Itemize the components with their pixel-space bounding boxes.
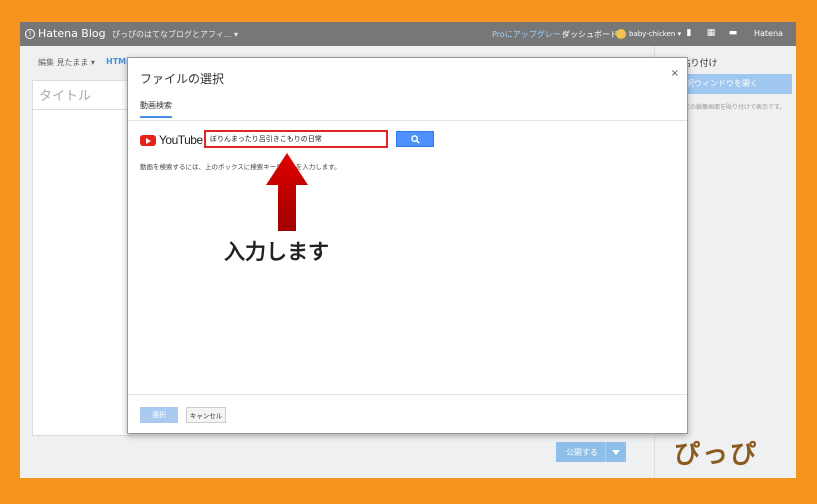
tab-video-search[interactable]: 動画検索	[140, 100, 172, 118]
callout-text: 入力します	[224, 240, 329, 264]
search-hint: 動画を検索するには、上のボックスに検索キーワードを入力します。	[140, 163, 341, 171]
tab-divider	[128, 120, 687, 121]
dashboard-link[interactable]: ダッシュボード	[562, 29, 618, 40]
edit-mode-selector[interactable]: 編集 見たまま ▾	[38, 57, 95, 68]
chevron-down-icon[interactable]	[604, 442, 626, 462]
blog-name-dropdown[interactable]: ぴっぴのはてなブログとアフィ... ▾	[112, 29, 238, 40]
search-button[interactable]	[396, 131, 434, 147]
open-selection-window-button[interactable]: 選択ウィンドウを開く	[672, 74, 792, 94]
hatena-link[interactable]: Hatena	[754, 29, 783, 38]
footer-divider	[128, 394, 687, 395]
avatar	[616, 29, 626, 39]
pro-upgrade-link[interactable]: Proにアップグレード	[492, 29, 569, 40]
select-button[interactable]: 選択	[140, 407, 178, 423]
close-icon[interactable]: ×	[671, 68, 679, 79]
youtube-wordmark: YouTube	[159, 133, 203, 147]
video-search-input[interactable]	[204, 130, 388, 148]
youtube-logo: YouTube	[140, 133, 203, 147]
notification-icon[interactable]: ▬	[728, 28, 738, 38]
logo-text: Hatena Blog	[38, 27, 106, 40]
bookmark-icon[interactable]: ▮	[684, 28, 694, 38]
arrow-up-icon	[266, 153, 308, 231]
title-input[interactable]: タイトル	[32, 80, 132, 110]
dialog-title: ファイルの選択	[140, 72, 225, 86]
cancel-button[interactable]: キャンセル	[186, 407, 226, 423]
search-icon	[410, 134, 420, 144]
youtube-play-icon	[140, 134, 156, 146]
body-editor[interactable]	[32, 110, 132, 436]
grid-menu-icon[interactable]: ▦	[706, 28, 716, 38]
file-select-dialog: ファイルの選択 × 動画検索 YouTube 動画を検索するには、上のボックスに…	[127, 57, 688, 434]
hatena-blog-logo[interactable]: ! Hatena Blog	[25, 27, 106, 40]
sidebar-note: 本文の編集画面を貼り付けで表示です。	[678, 104, 786, 111]
user-menu[interactable]: baby-chicken ▾	[616, 29, 681, 39]
browser-frame: ! Hatena Blog ぴっぴのはてなブログとアフィ... ▾ Proにアッ…	[20, 22, 796, 478]
hatena-logo-icon: !	[25, 28, 35, 39]
top-bar: ! Hatena Blog ぴっぴのはてなブログとアフィ... ▾ Proにアッ…	[20, 22, 796, 46]
publish-button[interactable]: 公開する	[556, 442, 626, 462]
user-name: baby-chicken ▾	[629, 30, 682, 38]
watermark: ぴっぴ	[674, 440, 759, 470]
publish-label: 公開する	[566, 447, 598, 457]
